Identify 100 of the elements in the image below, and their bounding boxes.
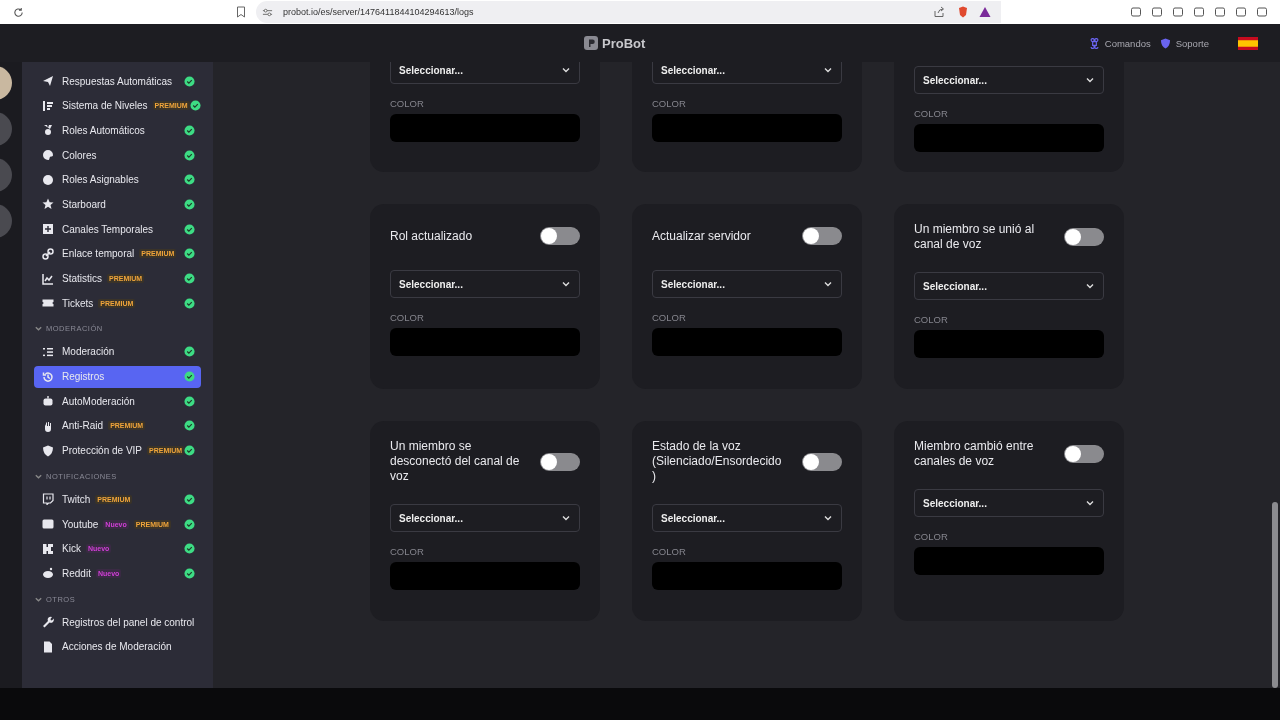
color-field[interactable] (914, 547, 1104, 575)
item-label: Youtube (62, 518, 99, 530)
toggle-switch[interactable] (1064, 445, 1104, 463)
item-label: Protección de VIP (62, 445, 143, 457)
toggle-switch[interactable] (1064, 228, 1104, 246)
header-link[interactable]: Soporte (1159, 37, 1209, 49)
item-label: Statistics (62, 273, 102, 284)
channel-select[interactable]: Seleccionar... (390, 504, 580, 532)
sliders-icon[interactable] (262, 6, 273, 18)
triangle-icon[interactable] (979, 6, 991, 18)
channel-select[interactable]: Seleccionar... (390, 270, 580, 298)
card-title: Miembro cambió entre canales de voz (914, 439, 1035, 469)
hand-icon (42, 419, 54, 432)
channel-select[interactable]: Seleccionar... (914, 489, 1104, 517)
sidebar-item[interactable]: Acciones de Moderación (34, 635, 201, 658)
color-label: COLOR (914, 108, 949, 119)
sidebar-item[interactable]: Colores (34, 144, 201, 167)
reload-icon[interactable] (13, 6, 24, 18)
color-field[interactable] (390, 114, 580, 142)
item-label: Acciones de Moderación (62, 641, 172, 653)
sidebar-item[interactable]: Canales Temporales (34, 218, 201, 241)
item-label: Roles Asignables (62, 174, 139, 186)
color-label: COLOR (652, 312, 687, 323)
toggle-switch[interactable] (802, 452, 842, 471)
palette-icon (42, 149, 54, 162)
item-label: Registros (62, 371, 105, 383)
robot-icon (42, 395, 54, 408)
color-label: COLOR (914, 314, 949, 325)
chevron-icon (561, 65, 571, 75)
sidebar-item[interactable]: AutoModeración (34, 390, 201, 413)
channel-select[interactable]: Seleccionar... (914, 66, 1104, 94)
color-field[interactable] (652, 114, 842, 142)
channel-select[interactable]: Seleccionar... (652, 62, 842, 84)
header-link[interactable]: Comandos (1088, 37, 1151, 49)
chevron-icon (823, 513, 833, 523)
toggle-switch[interactable] (540, 227, 580, 245)
chat-bubble-icon (42, 493, 54, 506)
color-field[interactable] (652, 562, 842, 590)
sidebar-item[interactable]: Roles Automáticos (34, 119, 201, 142)
sidebar-item[interactable]: Registros (34, 365, 201, 388)
color-label: COLOR (390, 312, 425, 323)
chevron-icon (1085, 75, 1095, 85)
color-field[interactable] (914, 330, 1104, 358)
history-icon (42, 370, 54, 383)
color-field[interactable] (652, 328, 842, 356)
item-label: Colores (62, 149, 97, 161)
chevron-icon (561, 279, 571, 289)
color-field[interactable] (390, 562, 580, 590)
share-icon[interactable] (933, 6, 945, 18)
chevron-icon (823, 65, 833, 75)
card-title: Un miembro se unió al canal de voz (914, 222, 1036, 252)
sort-bars-icon (42, 99, 54, 112)
spanish-flag-icon[interactable] (1238, 36, 1258, 50)
toggle-switch[interactable] (802, 227, 842, 245)
toggle-switch[interactable] (540, 452, 580, 471)
ticket-icon (42, 297, 54, 310)
sidebar-item[interactable]: Starboard (34, 193, 201, 216)
chevron-icon[interactable] (34, 324, 43, 334)
scrollbar-thumb[interactable] (1272, 502, 1278, 688)
card-title: Un miembro se desconectó del canal de voz (390, 439, 520, 484)
color-label: COLOR (390, 98, 425, 109)
alien-head-icon (42, 567, 54, 580)
item-label: Sistema de Niveles (62, 100, 148, 112)
channel-select[interactable]: Seleccionar... (652, 270, 842, 298)
logo-text: ProBot (602, 35, 646, 51)
sidebar-item[interactable]: Registros del panel de control (34, 611, 201, 634)
item-label: Kick (62, 543, 81, 555)
link-icon (42, 247, 54, 260)
channel-select[interactable]: Seleccionar... (914, 272, 1104, 300)
checklist-icon (42, 345, 54, 358)
color-field[interactable] (914, 124, 1104, 152)
card-title: Actualizar servidor (652, 228, 751, 244)
color-field[interactable] (390, 328, 580, 356)
card-title: Rol actualizado (390, 228, 473, 244)
document-icon (42, 640, 54, 653)
item-label: Enlace temporal (62, 248, 135, 260)
channel-select[interactable]: Seleccionar... (652, 504, 842, 532)
sidebar-item[interactable]: Roles Asignables (34, 168, 201, 191)
address-bar[interactable]: probot.io/es/server/1476411844104294613/logs (256, 1, 1001, 23)
color-label: COLOR (914, 531, 949, 542)
channel-select[interactable]: Seleccionar... (390, 62, 580, 84)
chevron-icon (1085, 498, 1095, 508)
color-label: COLOR (390, 546, 425, 557)
sidebar-item[interactable]: Respuestas Automáticas (34, 70, 201, 92)
card-title: Estado de la voz (Silenciado/Ensordecido) (652, 439, 782, 484)
item-label: Canales Temporales (62, 223, 153, 235)
color-label: COLOR (652, 546, 687, 557)
item-label: Twitch (62, 493, 91, 505)
sidebar-item[interactable]: Moderación (34, 340, 201, 363)
item-label: AutoModeración (62, 395, 135, 407)
item-label: Starboard (62, 198, 106, 210)
color-label: COLOR (652, 98, 687, 109)
medal-icon (42, 124, 54, 137)
angular-icon (42, 542, 54, 555)
bookmark-icon[interactable] (236, 6, 246, 18)
star-icon (42, 198, 54, 211)
send-icon (42, 75, 54, 87)
lion-shield-icon[interactable] (957, 6, 969, 18)
chevron-icon (1085, 281, 1095, 291)
item-label: Roles Automáticos (62, 124, 145, 136)
